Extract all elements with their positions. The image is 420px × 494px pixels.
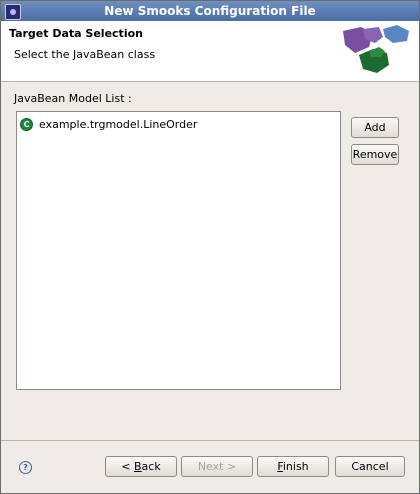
javabean-model-list-label: JavaBean Model List : xyxy=(14,92,132,105)
wizard-window: New Smooks Configuration File Target Dat… xyxy=(0,0,420,494)
cancel-button[interactable]: Cancel xyxy=(335,456,405,477)
list-item-label: example.trgmodel.LineOrder xyxy=(39,117,198,131)
remove-button[interactable]: Remove xyxy=(351,144,399,165)
window-title: New Smooks Configuration File xyxy=(104,4,316,18)
javabean-model-list[interactable]: C example.trgmodel.LineOrder xyxy=(16,111,341,390)
finish-button[interactable]: Finish xyxy=(257,456,329,477)
list-item[interactable]: C example.trgmodel.LineOrder xyxy=(20,116,197,132)
help-icon[interactable]: ? xyxy=(19,461,32,474)
title-bar[interactable]: New Smooks Configuration File xyxy=(1,1,419,21)
back-label-rest: ack xyxy=(141,460,161,473)
page-title: Target Data Selection xyxy=(9,27,143,40)
footer-separator xyxy=(1,440,419,441)
wizard-banner-icon xyxy=(343,25,409,73)
wizard-header: Target Data Selection Select the JavaBea… xyxy=(1,21,419,82)
next-button[interactable]: Next > xyxy=(181,456,253,477)
class-icon: C xyxy=(20,117,33,131)
add-button[interactable]: Add xyxy=(351,117,399,138)
page-description: Select the JavaBean class xyxy=(14,48,156,61)
back-button[interactable]: < Back xyxy=(105,456,177,477)
back-mnemonic: B xyxy=(134,460,142,473)
finish-label-rest: inish xyxy=(282,460,309,473)
